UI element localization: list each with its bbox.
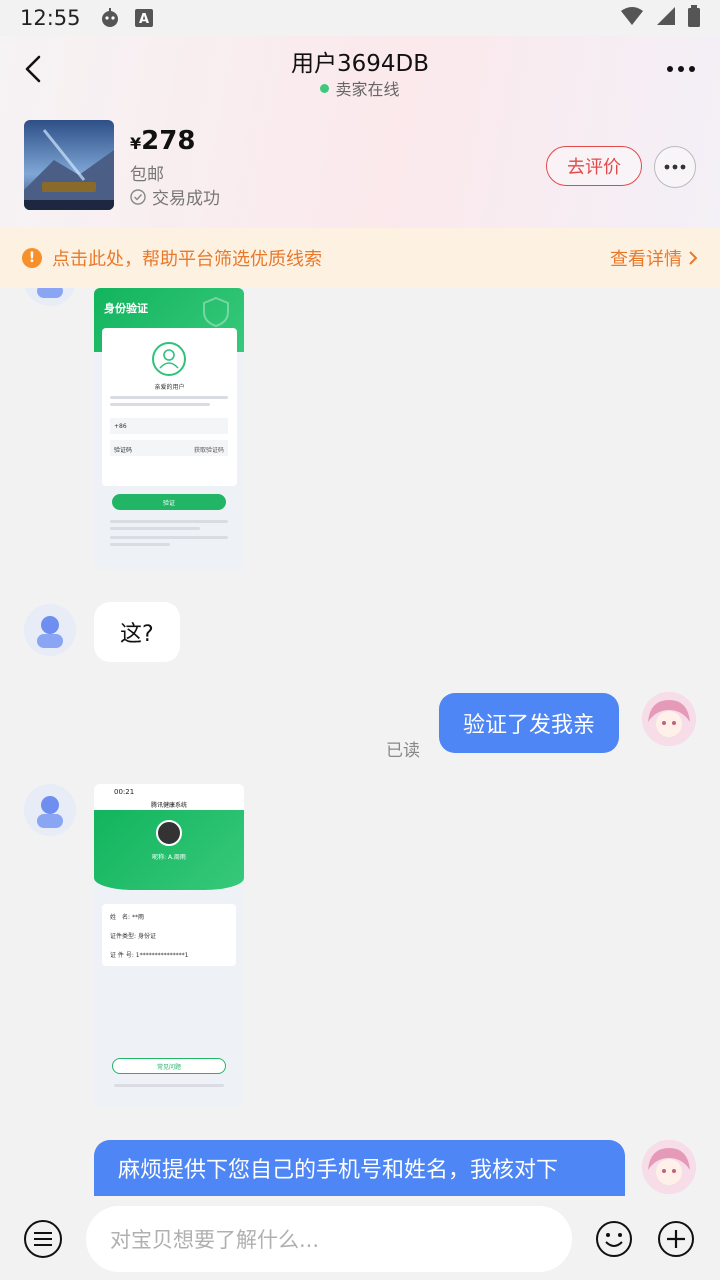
shot1-title: 身份验证 — [104, 302, 148, 315]
shot2-nickname: 昵称: A.周雨 — [152, 854, 186, 861]
a-app-icon: A — [133, 7, 155, 29]
shot2-time: 00:21 — [114, 788, 135, 796]
shot1-verify-button: 验证 — [112, 494, 226, 510]
shield-icon — [203, 296, 229, 328]
notice-details-link[interactable]: 查看详情 — [610, 245, 698, 271]
price-currency: ¥ — [130, 134, 142, 153]
product-thumbnail[interactable] — [24, 120, 114, 210]
smiley-icon — [596, 1221, 632, 1257]
status-bar: 12:55 A — [0, 0, 720, 36]
review-button[interactable]: 去评价 — [546, 146, 642, 186]
product-more-button[interactable] — [654, 146, 696, 188]
message-bubble-incoming[interactable]: 这? — [94, 602, 180, 662]
read-receipt: 已读 — [386, 741, 420, 761]
shot2-idtype-label: 证件类型: — [110, 933, 137, 940]
shot2-faq-button: 常见问题 — [112, 1058, 226, 1074]
price-value: 278 — [141, 126, 196, 156]
emoji-button[interactable] — [595, 1220, 633, 1258]
shot1-phone-field: +86 — [110, 418, 228, 434]
shot2-topbar: 00:21 腾讯健康系统 — [94, 784, 244, 810]
message-bubble-outgoing[interactable]: 验证了发我亲 — [439, 693, 620, 753]
online-dot — [320, 84, 330, 93]
shot1-code-label: 验证码 — [114, 447, 133, 454]
plus-circle-icon — [658, 1221, 694, 1257]
online-status-label: 卖家在线 — [335, 80, 400, 99]
seller-avatar[interactable] — [24, 288, 76, 306]
more-options-button[interactable] — [664, 54, 698, 84]
shipping-label: 包邮 — [130, 165, 164, 185]
wifi-icon — [620, 6, 644, 30]
shot1-get-code: 获取验证码 — [193, 447, 224, 454]
chat-messages[interactable]: 身份验证 亲爱的用户 +86 验证码 获取验证码 验证 这? 已读 验证了发我亲 — [0, 288, 720, 1196]
trade-status: 交易成功 — [130, 184, 220, 209]
message-bubble-outgoing[interactable]: 麻烦提供下您自己的手机号和姓名，我核对下 — [94, 1140, 625, 1196]
menu-icon — [34, 1232, 52, 1246]
image-message-health-system[interactable]: 00:21 腾讯健康系统 昵称: A.周雨 姓 名: **雨 证件类型: 身份证… — [94, 784, 244, 1108]
notice-text: 点击此处，帮助平台筛选优质线索 — [52, 249, 322, 270]
svg-text:A: A — [139, 12, 149, 27]
status-time: 12:55 — [20, 6, 81, 30]
input-bar: 对宝贝想要了解什么... — [0, 1196, 720, 1280]
chat-header: 用户3694DB 卖家在线 ¥278 包邮 交易成功 去评价 — [0, 36, 720, 228]
message-input[interactable]: 对宝贝想要了解什么... — [86, 1206, 572, 1272]
notice-details-label: 查看详情 — [610, 249, 682, 270]
my-avatar[interactable] — [642, 1140, 696, 1194]
shot1-phone-prefix: +86 — [114, 423, 127, 430]
shot2-name-label: 姓 名: — [110, 914, 131, 921]
menu-button[interactable] — [24, 1220, 62, 1258]
user-avatar-icon — [152, 342, 186, 376]
product-price: ¥278 — [130, 126, 195, 156]
add-button[interactable] — [657, 1220, 695, 1258]
battery-icon — [688, 5, 700, 31]
shot1-caption: 亲爱的用户 — [154, 384, 185, 391]
seller-avatar[interactable] — [24, 784, 76, 836]
shot2-avatar — [156, 820, 182, 846]
robot-icon — [99, 7, 121, 29]
shot2-idno-label: 证 件 号: — [110, 952, 134, 959]
notice-banner[interactable]: ! 点击此处，帮助平台筛选优质线索 查看详情 — [0, 228, 720, 288]
online-status: 卖家在线 — [0, 76, 720, 100]
shot2-header: 昵称: A.周雨 — [94, 810, 244, 890]
my-avatar[interactable] — [642, 692, 696, 746]
page-title: 用户3694DB — [290, 51, 430, 77]
shot2-idno-value: 1***************1 — [135, 952, 189, 959]
seller-avatar[interactable] — [24, 604, 76, 656]
shot1-card: 亲爱的用户 +86 验证码 获取验证码 — [102, 328, 237, 486]
warning-icon: ! — [22, 248, 42, 268]
check-circle-icon — [130, 188, 146, 205]
more-dots-icon — [667, 66, 695, 72]
chevron-right-icon — [689, 251, 698, 265]
trade-status-label: 交易成功 — [152, 189, 220, 209]
shot2-app-title: 腾讯健康系统 — [150, 802, 187, 809]
shot2-idtype-value: 身份证 — [137, 933, 156, 940]
signal-icon — [656, 6, 676, 30]
more-dots-icon — [664, 164, 686, 170]
shot2-name-value: **雨 — [131, 914, 144, 921]
shot1-code-field: 验证码 获取验证码 — [110, 440, 228, 456]
image-message-verification[interactable]: 身份验证 亲爱的用户 +86 验证码 获取验证码 验证 — [94, 288, 244, 570]
message-input-placeholder: 对宝贝想要了解什么... — [110, 1228, 320, 1252]
shot2-info-card: 姓 名: **雨 证件类型: 身份证 证 件 号: 1*************… — [102, 904, 236, 966]
